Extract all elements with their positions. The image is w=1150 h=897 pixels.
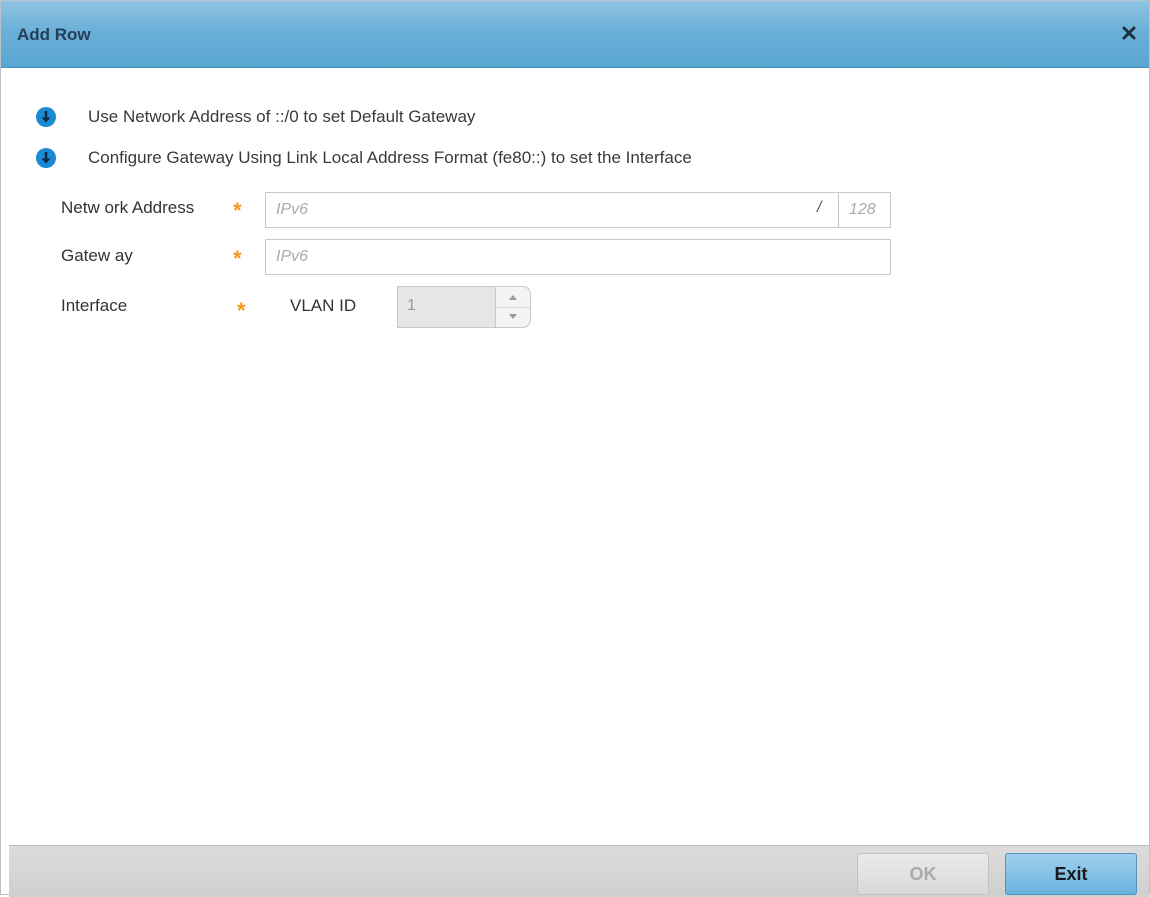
network-address-label: Netw ork Address [61,198,195,217]
required-marker: * [233,246,242,271]
network-address-input[interactable] [265,192,839,228]
info-text: Use Network Address of ::/0 to set Defau… [88,107,476,126]
info-down-arrow-icon [35,147,57,169]
ok-button[interactable]: OK [857,853,989,895]
dialog-title-bar: Add Row [1,1,1149,68]
spinner-buttons [495,287,530,327]
prefix-separator: / [817,199,822,216]
vlan-id-label: VLAN ID [290,296,357,315]
required-marker: * [237,298,246,323]
info-network-address: Use Network Address of ::/0 to set Defau… [35,104,475,130]
info-gateway-format: Configure Gateway Using Link Local Addre… [35,145,692,171]
prefix-length-input[interactable] [838,192,891,228]
info-down-arrow-icon [35,106,57,128]
vlan-id-value[interactable]: 1 [407,297,416,315]
required-marker: * [233,198,242,223]
dialog-footer: OK Exit [9,845,1149,897]
close-icon[interactable] [1119,23,1139,43]
spin-down-icon[interactable] [496,307,530,327]
add-row-dialog: Add Row Use Network Address of ::/0 to s… [0,0,1150,897]
vlan-id-spinner[interactable]: 1 [397,286,531,328]
dialog-title: Add Row [17,25,91,44]
exit-button[interactable]: Exit [1005,853,1137,895]
info-text: Configure Gateway Using Link Local Addre… [88,148,692,167]
spin-up-icon[interactable] [496,287,530,308]
gateway-label: Gatew ay [61,246,133,265]
gateway-input[interactable] [265,239,891,275]
interface-label: Interface [61,296,128,315]
